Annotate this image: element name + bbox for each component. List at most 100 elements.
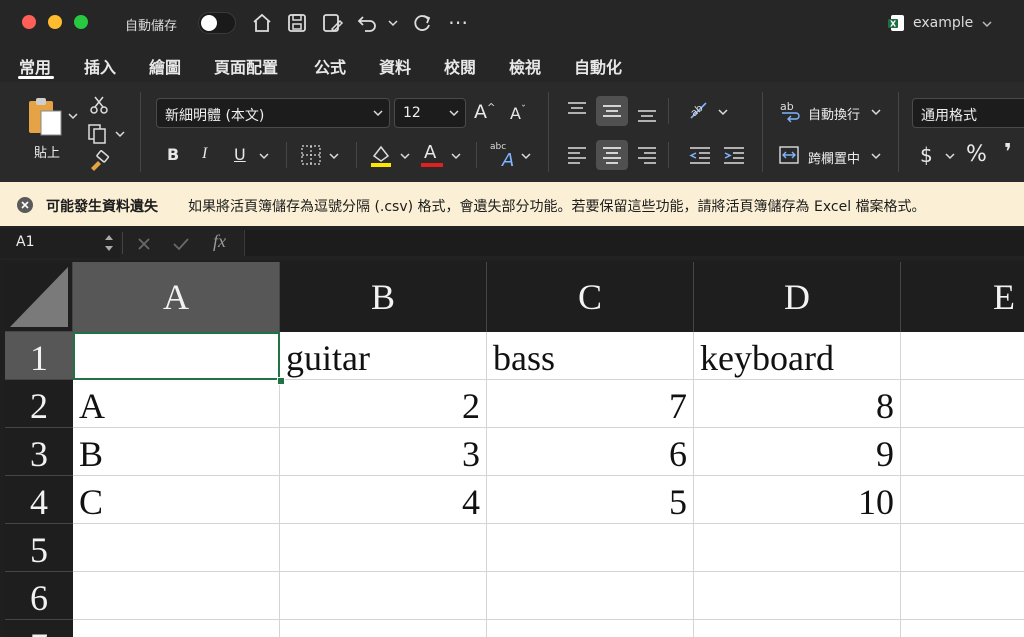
percent-style-button[interactable]: % [966,142,987,167]
cell-d7[interactable] [694,620,901,637]
cell-b1[interactable]: guitar [280,332,487,380]
cell-b5[interactable] [280,524,487,572]
comma-style-button[interactable]: ❜ [1004,140,1012,165]
fill-color-icon[interactable] [368,142,394,168]
tab-home[interactable]: 常用 [19,54,51,78]
borders-chevron-icon[interactable] [329,151,339,161]
document-title[interactable]: example [913,15,973,31]
minimize-window-button[interactable] [48,15,62,29]
cell-a2[interactable]: A [73,380,280,428]
cell-d5[interactable] [694,524,901,572]
cell-c4[interactable]: 5 [487,476,694,524]
name-box-stepper-icon[interactable] [104,231,114,255]
cell-e6[interactable] [901,572,1024,620]
cell-c5[interactable] [487,524,694,572]
undo-dropdown-chevron-icon[interactable] [388,18,398,28]
column-header-e[interactable]: E [901,262,1024,332]
align-bottom-icon[interactable] [636,104,658,124]
align-left-icon[interactable] [566,145,588,165]
row-header-5[interactable]: 5 [5,524,73,572]
cell-a7[interactable] [73,620,280,637]
row-header-7[interactable]: 7 [5,620,73,637]
cell-a6[interactable] [73,572,280,620]
tab-data[interactable]: 資料 [379,54,411,78]
underline-button[interactable]: U [234,145,246,164]
cell-a4[interactable]: C [73,476,280,524]
cell-e4[interactable] [901,476,1024,524]
cell-a5[interactable] [73,524,280,572]
select-all-corner[interactable] [5,262,73,332]
cell-d4[interactable]: 10 [694,476,901,524]
paste-label[interactable]: 貼上 [34,142,60,161]
row-header-4[interactable]: 4 [5,476,73,524]
copy-icon[interactable] [87,123,109,145]
font-color-button[interactable]: A [420,142,444,168]
cell-c6[interactable] [487,572,694,620]
cut-icon[interactable] [89,95,109,115]
orientation-icon[interactable]: ab [688,100,712,122]
font-size-select[interactable]: 12 [394,98,466,128]
cell-e2[interactable] [901,380,1024,428]
currency-format-button[interactable]: $ [920,143,933,167]
column-header-a[interactable]: A [73,262,280,332]
merge-center-chevron-icon[interactable] [871,151,881,161]
cell-c1[interactable]: bass [487,332,694,380]
tab-automate[interactable]: 自動化 [574,54,622,78]
align-top-icon[interactable] [566,100,588,120]
decrease-indent-icon[interactable] [688,145,712,165]
redo-icon[interactable] [410,11,434,35]
paste-options-chevron-icon[interactable] [68,111,78,121]
tab-page-layout[interactable]: 頁面配置 [214,54,278,78]
phonetic-chevron-icon[interactable] [521,151,531,161]
number-format-select[interactable]: 通用格式 [912,98,1024,128]
orientation-chevron-icon[interactable] [718,107,728,117]
cell-b3[interactable]: 3 [280,428,487,476]
tab-formulas[interactable]: 公式 [314,54,346,78]
merge-center-icon[interactable] [778,144,800,166]
save-icon[interactable] [285,11,309,35]
tab-view[interactable]: 檢視 [509,54,541,78]
cell-e7[interactable] [901,620,1024,637]
cell-d2[interactable]: 8 [694,380,901,428]
insert-function-button[interactable]: fx [213,231,226,252]
cell-c7[interactable] [487,620,694,637]
formula-input[interactable] [244,230,1024,256]
more-options-icon[interactable]: ⋯ [448,10,468,34]
font-color-chevron-icon[interactable] [451,151,461,161]
cell-b4[interactable]: 4 [280,476,487,524]
font-name-select[interactable]: 新細明體 (本文) [156,98,390,128]
underline-chevron-icon[interactable] [259,151,269,161]
column-header-d[interactable]: D [694,262,901,332]
fill-handle[interactable] [277,377,285,385]
cell-b2[interactable]: 2 [280,380,487,428]
confirm-entry-icon[interactable] [172,236,190,252]
row-header-3[interactable]: 3 [5,428,73,476]
wrap-text-label[interactable]: 自動換行 [808,104,860,123]
align-right-icon[interactable] [636,145,658,165]
cancel-entry-icon[interactable] [136,236,152,252]
format-painter-icon[interactable] [88,150,110,172]
wrap-text-chevron-icon[interactable] [871,107,881,117]
cell-c3[interactable]: 6 [487,428,694,476]
phonetic-guide-button[interactable]: abc A [490,142,522,171]
cell-a1[interactable] [73,332,280,380]
column-header-c[interactable]: C [487,262,694,332]
increase-indent-icon[interactable] [722,145,746,165]
italic-button[interactable]: I [202,145,207,163]
title-chevron-down-icon[interactable] [982,19,992,29]
row-header-1[interactable]: 1 [5,332,73,380]
fill-color-chevron-icon[interactable] [400,151,410,161]
cell-d6[interactable] [694,572,901,620]
copy-chevron-icon[interactable] [115,129,125,139]
autosave-toggle[interactable] [198,12,236,34]
undo-icon[interactable] [355,11,379,35]
cell-c2[interactable]: 7 [487,380,694,428]
cell-b7[interactable] [280,620,487,637]
save-as-icon[interactable] [320,11,344,35]
home-icon[interactable] [250,11,274,35]
tab-draw[interactable]: 繪圖 [149,54,181,78]
decrease-font-size-button[interactable]: Aˇ [510,104,526,123]
cell-b6[interactable] [280,572,487,620]
increase-font-size-button[interactable]: A^ [474,101,495,123]
tab-insert[interactable]: 插入 [84,54,116,78]
